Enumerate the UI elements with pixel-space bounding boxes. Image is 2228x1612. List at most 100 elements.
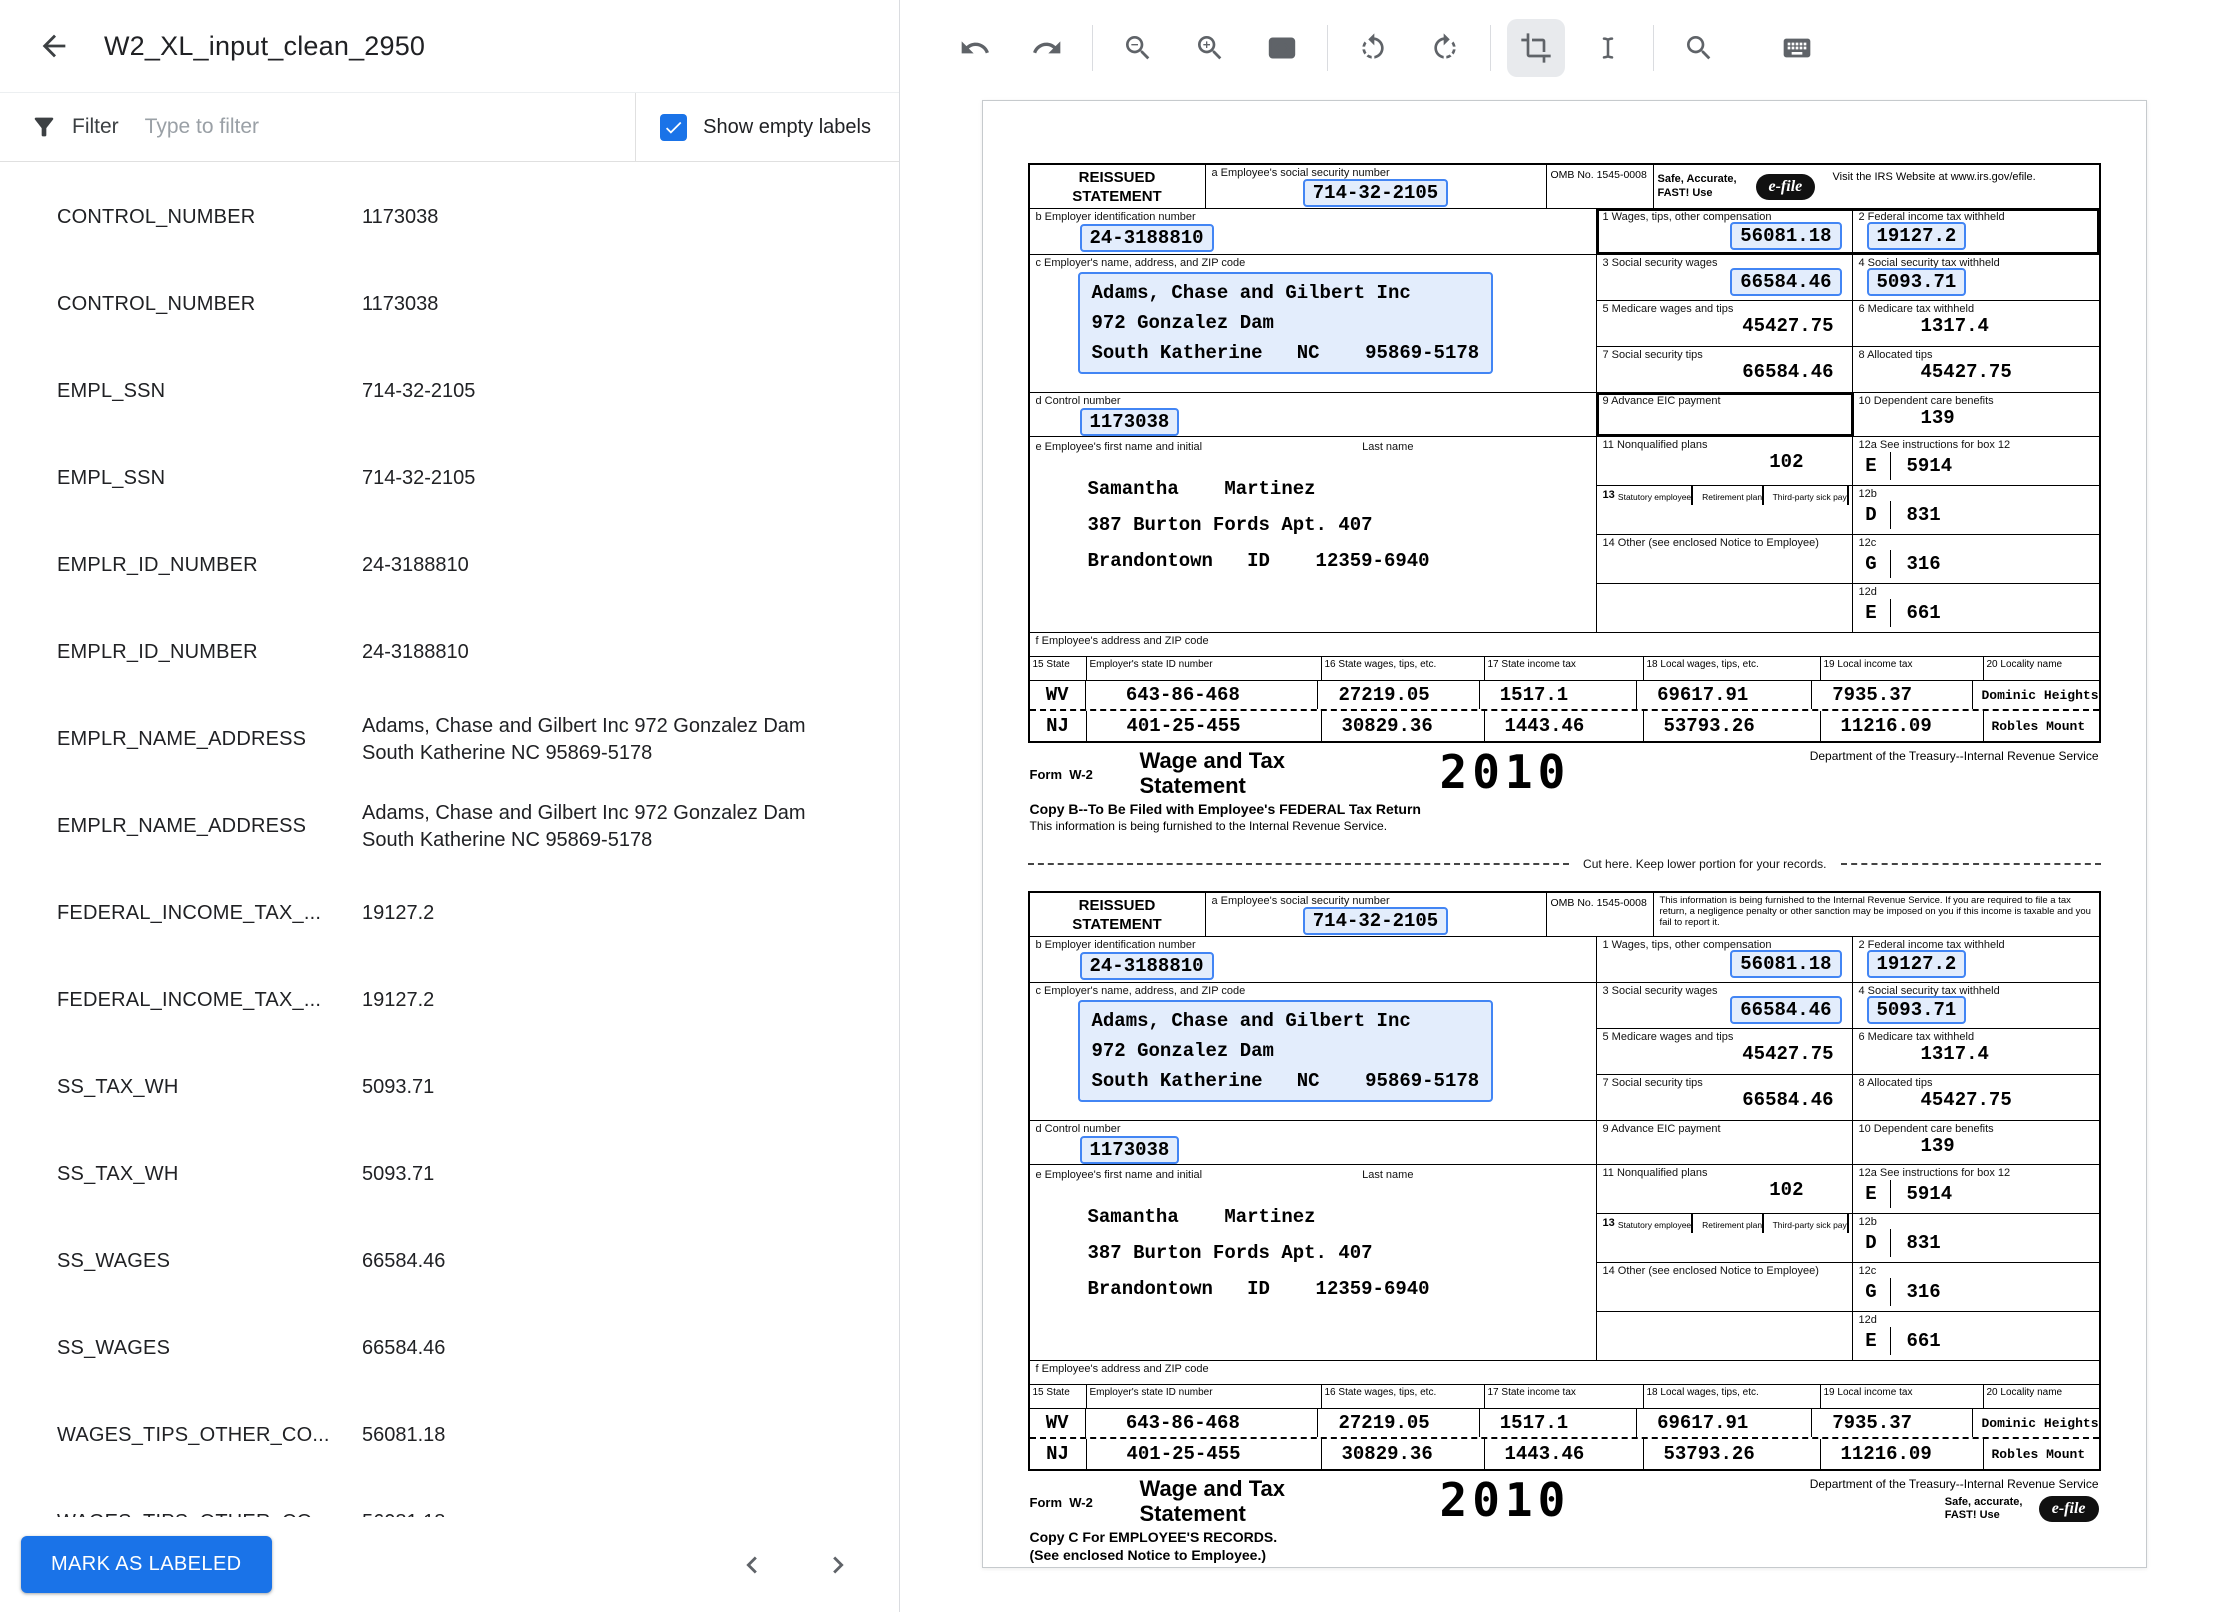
list-item[interactable]: EMPLR_NAME_ADDRESS Adams, Chase and Gilb… xyxy=(0,783,899,870)
redo-button[interactable] xyxy=(1018,19,1076,77)
show-empty-labels-label: Show empty labels xyxy=(703,115,871,138)
toolbar-divider xyxy=(1327,25,1328,71)
mark-as-labeled-button[interactable]: MARK AS LABELED xyxy=(21,1536,272,1593)
redo-icon xyxy=(1033,41,1061,54)
list-item[interactable]: EMPLR_ID_NUMBER 24-3188810 xyxy=(0,522,899,609)
state-code: NJ xyxy=(1030,1439,1087,1470)
box-4-ss-tax: 4 Social security tax withheld 5093.71 xyxy=(1853,983,2099,1028)
list-item[interactable]: SS_WAGES 66584.46 xyxy=(0,1218,899,1305)
federal-tax-annotation[interactable]: 19127.2 xyxy=(1866,949,1967,978)
box-12c-code: G xyxy=(1853,1277,1891,1306)
third-party-sick-pay-checkbox[interactable] xyxy=(1846,1214,1849,1234)
third-party-sick-pay-checkbox[interactable] xyxy=(1846,486,1849,505)
list-item[interactable]: WAGES_TIPS_OTHER_CO... 56081.18 xyxy=(0,1479,899,1517)
list-item[interactable]: WAGES_TIPS_OTHER_CO... 56081.18 xyxy=(0,1392,899,1479)
filter-input[interactable] xyxy=(144,115,628,139)
employer-annotation[interactable]: Adams, Chase and Gilbert Inc 972 Gonzale… xyxy=(1077,271,1494,374)
box-12b: 12b D 831 xyxy=(1853,1214,2099,1262)
show-empty-labels-checkbox[interactable] xyxy=(660,113,688,141)
rotate-right-button[interactable] xyxy=(1416,19,1474,77)
app-root: W2_XL_input_clean_2950 Filter Show empty… xyxy=(0,0,2228,1612)
rotate-left-button[interactable] xyxy=(1344,19,1402,77)
box-7-label: 7 Social security tips xyxy=(1602,1077,1703,1090)
control-number-annotation[interactable]: 1173038 xyxy=(1079,1135,1180,1164)
state-local-rows: WV 643-86-468 27219.05 1517.1 69617.91 7… xyxy=(1029,1409,2099,1470)
undo-button[interactable] xyxy=(946,19,1004,77)
text-cursor-button[interactable] xyxy=(1579,19,1637,77)
employer-annotation[interactable]: Adams, Chase and Gilbert Inc 972 Gonzale… xyxy=(1077,999,1494,1102)
retirement-plan-checkbox[interactable] xyxy=(1762,1214,1765,1234)
box-12a: 12a See instructions for box 12 E 5914 xyxy=(1853,1165,2099,1213)
state-local-rows: WV 643-86-468 27219.05 1517.1 69617.91 7… xyxy=(1029,681,2099,741)
allocated-tips-value: 45427.75 xyxy=(1920,360,2012,383)
employee-name: Samantha Martinez xyxy=(1087,477,1316,500)
list-item[interactable]: FEDERAL_INCOME_TAX_... 19127.2 xyxy=(0,870,899,957)
statutory-employee-checkbox[interactable] xyxy=(1691,1214,1694,1234)
search-button[interactable] xyxy=(1670,19,1728,77)
box-12b-code: D xyxy=(1853,1228,1891,1257)
safe-accurate-text: Safe, Accurate, FAST! Use xyxy=(1657,173,1737,199)
box-2-federal-tax: 2 Federal income tax withheld 19127.2 xyxy=(1853,937,2099,982)
wages-annotation[interactable]: 56081.18 xyxy=(1730,221,1842,250)
list-item[interactable]: CONTROL_NUMBER 1173038 xyxy=(0,174,899,261)
ein-annotation[interactable]: 24-3188810 xyxy=(1079,223,1214,252)
list-item[interactable]: SS_TAX_WH 5093.71 xyxy=(0,1044,899,1131)
field-value: 66584.46 xyxy=(362,1250,446,1272)
list-item[interactable]: EMPL_SSN 714-32-2105 xyxy=(0,348,899,435)
list-item[interactable]: SS_WAGES 66584.46 xyxy=(0,1305,899,1392)
ss-wages-annotation[interactable]: 66584.46 xyxy=(1730,267,1842,296)
back-arrow-icon xyxy=(42,34,66,58)
ein-annotation[interactable]: 24-3188810 xyxy=(1079,951,1214,980)
ss-tax-annotation[interactable]: 5093.71 xyxy=(1866,267,1967,296)
previous-page-button[interactable] xyxy=(735,1548,769,1582)
search-icon xyxy=(1687,36,1711,60)
box-e-label: e Employee's first name and initial xyxy=(1035,1169,1203,1182)
back-button[interactable] xyxy=(30,22,78,70)
list-item[interactable]: FEDERAL_INCOME_TAX_... 19127.2 xyxy=(0,957,899,1044)
box-12b-label: 12b xyxy=(1858,488,1877,500)
ss-wages-annotation[interactable]: 66584.46 xyxy=(1730,995,1842,1024)
w2-row-d: d Control number 1173038 9 Advance EIC p… xyxy=(1029,392,2099,437)
keyboard-shortcuts-button[interactable] xyxy=(1768,19,1826,77)
wages-annotation[interactable]: 56081.18 xyxy=(1730,949,1842,978)
list-item[interactable]: CONTROL_NUMBER 1173038 xyxy=(0,261,899,348)
box-7-ss-tips: 7 Social security tips 66584.46 xyxy=(1597,347,1853,392)
box-12b-value: 831 xyxy=(1906,503,1941,526)
field-value: 66584.46 xyxy=(362,1337,446,1359)
ssn-annotation[interactable]: 714-32-2105 xyxy=(1302,906,1449,935)
document-viewer: REISSUED STATEMENT a Employee's social s… xyxy=(900,0,2228,1612)
statutory-employee-option: Statutory employee xyxy=(1617,1214,1695,1234)
list-item[interactable]: SS_TAX_WH 5093.71 xyxy=(0,1131,899,1218)
box-12d-value: 661 xyxy=(1906,601,1941,624)
ssn-annotation[interactable]: 714-32-2105 xyxy=(1302,178,1449,207)
col-16-state-wages: 16 State wages, tips, etc. xyxy=(1322,1385,1485,1409)
label-list[interactable]: CONTROL_NUMBER 1173038 CONTROL_NUMBER 11… xyxy=(0,162,899,1517)
document-area[interactable]: REISSUED STATEMENT a Employee's social s… xyxy=(900,96,2228,1612)
next-page-button[interactable] xyxy=(821,1548,855,1582)
box-5-label: 5 Medicare wages and tips xyxy=(1602,1031,1734,1044)
list-item[interactable]: EMPLR_ID_NUMBER 24-3188810 xyxy=(0,609,899,696)
toolbar-divider xyxy=(1490,25,1491,71)
box-empty xyxy=(1597,1312,1853,1361)
ss-tax-annotation[interactable]: 5093.71 xyxy=(1866,995,1967,1024)
zoom-out-button[interactable] xyxy=(1109,19,1167,77)
control-number-annotation[interactable]: 1173038 xyxy=(1079,407,1180,436)
box-a-ssn: a Employee's social security number 714-… xyxy=(1206,893,1547,937)
ocr-region-button[interactable] xyxy=(1253,19,1311,77)
field-value: 714-32-2105 xyxy=(362,380,476,402)
state-income-tax: 1517.1 xyxy=(1480,681,1638,709)
field-label: FEDERAL_INCOME_TAX_... xyxy=(57,989,322,1011)
list-item[interactable]: EMPLR_NAME_ADDRESS Adams, Chase and Gilb… xyxy=(0,696,899,783)
list-item[interactable]: EMPL_SSN 714-32-2105 xyxy=(0,435,899,522)
visit-irs-text: Visit the IRS Website at www.irs.gov/efi… xyxy=(1832,171,2036,183)
form-w2-label: Form W-2 xyxy=(1029,1495,1093,1511)
col-15-state: 15 State xyxy=(1030,1385,1087,1409)
zoom-in-button[interactable] xyxy=(1181,19,1239,77)
state-code: NJ xyxy=(1030,711,1087,741)
retirement-plan-checkbox[interactable] xyxy=(1762,486,1765,505)
retirement-plan-label: Retirement plan xyxy=(1702,1220,1763,1231)
crop-tool-button[interactable] xyxy=(1507,19,1565,77)
w2-form: REISSUED STATEMENT a Employee's social s… xyxy=(1027,163,2101,833)
statutory-employee-checkbox[interactable] xyxy=(1691,486,1694,505)
federal-tax-annotation[interactable]: 19127.2 xyxy=(1866,221,1967,250)
